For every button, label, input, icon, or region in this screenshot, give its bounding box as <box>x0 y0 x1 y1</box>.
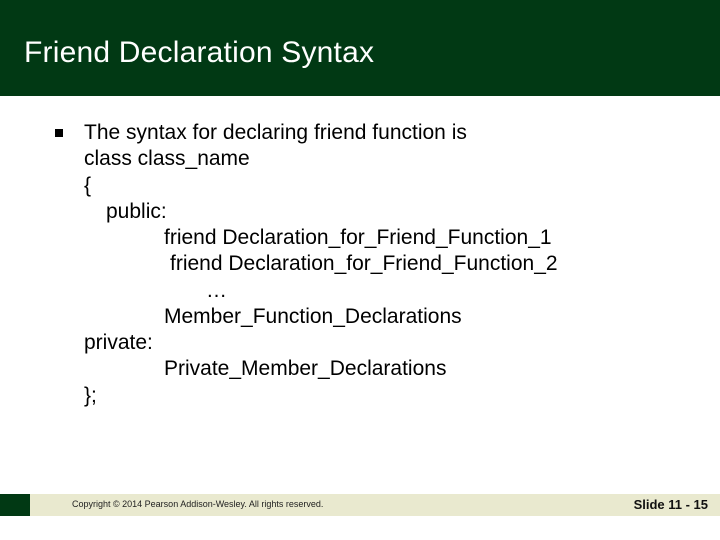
square-bullet-icon <box>55 129 63 137</box>
title-bar: Friend Declaration Syntax <box>0 0 720 96</box>
code-line-open-brace: { <box>84 173 666 199</box>
code-line-friend-1: friend Declaration_for_Friend_Function_1 <box>84 225 666 251</box>
footer-body: Copyright © 2014 Pearson Addison-Wesley.… <box>30 494 720 516</box>
slide-body: The syntax for declaring friend function… <box>56 120 666 409</box>
code-line-public: public: <box>84 199 666 225</box>
code-line-ellipsis: … <box>84 278 666 304</box>
code-line-private: private: <box>84 330 666 356</box>
code-line-private-member-decls: Private_Member_Declarations <box>84 356 666 382</box>
code-line-member-decls: Member_Function_Declarations <box>84 304 666 330</box>
footer-bar: Copyright © 2014 Pearson Addison-Wesley.… <box>0 494 720 516</box>
footer-accent <box>0 494 30 516</box>
code-line-friend-2: friend Declaration_for_Friend_Function_2 <box>84 251 666 277</box>
bullet-content: The syntax for declaring friend function… <box>84 120 666 409</box>
slide: Friend Declaration Syntax The syntax for… <box>0 0 720 540</box>
code-line-class: class class_name <box>84 146 666 172</box>
code-line-close-brace: }; <box>84 383 666 409</box>
bullet-item: The syntax for declaring friend function… <box>56 120 666 409</box>
slide-title: Friend Declaration Syntax <box>24 36 374 70</box>
slide-number: Slide 11 - 15 <box>634 497 708 512</box>
copyright-text: Copyright © 2014 Pearson Addison-Wesley.… <box>72 499 323 509</box>
intro-line: The syntax for declaring friend function… <box>84 120 666 146</box>
